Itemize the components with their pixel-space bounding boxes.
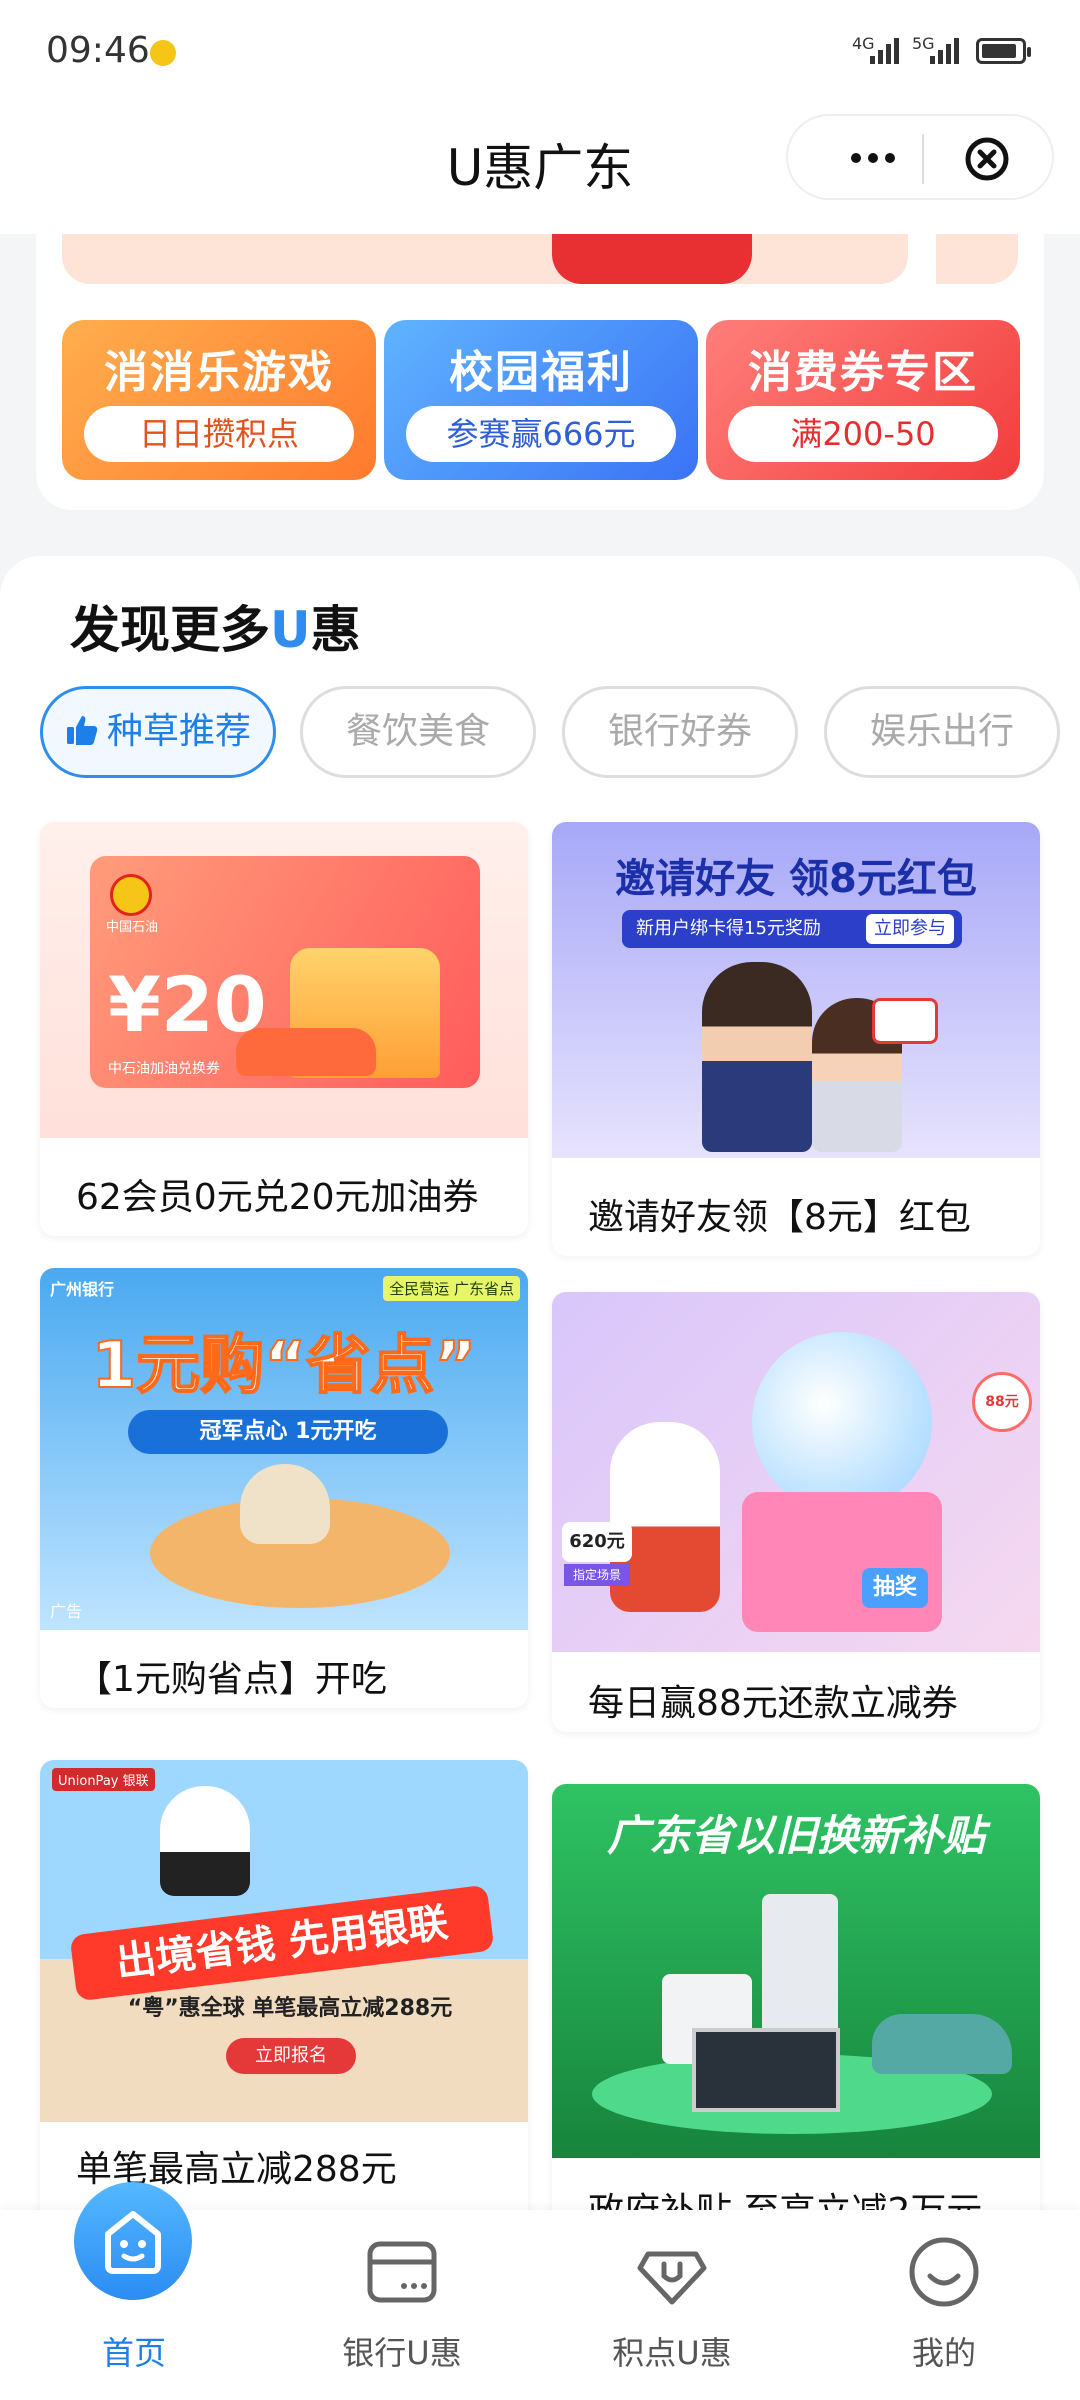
app-header: U惠广东 <box>0 100 1080 234</box>
bank-card-icon <box>367 2241 437 2303</box>
tab-label: 银行好券 <box>607 711 752 752</box>
mascot-illustration <box>240 1464 330 1544</box>
nav-bank-u[interactable]: 银行U惠 <box>302 2210 502 2400</box>
feed-card-trade-in[interactable]: 广东省以旧换新补贴 政府补贴 至高立减2万元 <box>552 1784 1040 2284</box>
card-image: UnionPay 银联 出境省钱 先用银联 “粤”惠全球 单笔最高立减288元 … <box>40 1760 528 2122</box>
promo-card: 消消乐游戏 日日攒积点 校园福利 参赛赢666元 消费券专区 满200-50 <box>36 234 1044 510</box>
tab-label: 餐饮美食 <box>345 711 490 752</box>
promo-subtitle: 参赛赢666元 <box>406 406 676 462</box>
promo-xiaoxiaole[interactable]: 消消乐游戏 日日攒积点 <box>62 320 376 480</box>
nav-mine[interactable]: 我的 <box>844 2210 1044 2400</box>
feed-card-lottery[interactable]: 抽奖 620元 指定场景 88元 每日赢88元还款立减券 <box>552 1292 1040 1732</box>
capsule-divider <box>922 134 924 184</box>
status-time: 09:46 <box>46 30 150 71</box>
prize-badge-sub: 指定场景 <box>564 1564 630 1586</box>
thumbs-up-icon <box>66 716 98 745</box>
tab-label: 种草推荐 <box>106 711 251 752</box>
section-title-prefix: 发现更多 <box>70 601 270 659</box>
nav-label: 首页 <box>101 2334 166 2372</box>
promo-campus[interactable]: 校园福利 参赛赢666元 <box>384 320 698 480</box>
signal-5g-icon <box>930 38 959 64</box>
trade-in-headline: 广东省以旧换新补贴 <box>606 1811 985 1860</box>
unionpay-cta: 立即报名 <box>226 2038 356 2074</box>
tab-label: 娱乐出行 <box>869 711 1014 752</box>
card-image: 邀请好友 领8元红包 新用户绑卡得15元奖励 立即参与 <box>552 822 1040 1158</box>
gacha-globe-illustration <box>752 1332 932 1512</box>
battery-icon <box>976 38 1031 64</box>
card-caption: 62会员0元兑20元加油券 <box>76 1177 479 1218</box>
nav-label: 银行U惠 <box>342 2334 462 2372</box>
notification-icon <box>150 40 176 66</box>
top-banner-next[interactable] <box>936 234 1018 284</box>
tab-food[interactable]: 餐饮美食 <box>300 686 536 778</box>
section-title-suffix: 惠 <box>310 601 361 659</box>
prize-badge: 620元 <box>562 1522 632 1562</box>
lottery-button: 抽奖 <box>862 1568 928 1608</box>
unionpay-headline: 出境省钱 先用银联 <box>69 1884 495 2002</box>
promo-subtitle: 日日攒积点 <box>84 406 354 462</box>
signal-4g-icon <box>870 38 899 64</box>
tab-bank-coupons[interactable]: 银行好券 <box>562 686 798 778</box>
dimsum-headline: 1元购“省点” <box>91 1328 478 1404</box>
section-title-u: U <box>270 601 311 659</box>
top-banner[interactable] <box>62 234 908 284</box>
feed-card-invite[interactable]: 邀请好友 领8元红包 新用户绑卡得15元奖励 立即参与 邀请好友领【8元】红包 <box>552 822 1040 1256</box>
promo-title: 消费券专区 <box>748 347 978 398</box>
unionpay-logo: UnionPay 银联 <box>52 1768 155 1791</box>
gacha-machine-illustration <box>742 1492 942 1632</box>
tv-illustration <box>692 2028 840 2112</box>
feed-card-dimsum[interactable]: 广州银行 全民营运 广东省点 1元购“省点” 冠军点心 1元开吃 广告 【1元购… <box>40 1268 528 1708</box>
invite-sub: 新用户绑卡得15元奖励 <box>636 918 821 939</box>
ad-label: 广告 <box>50 1602 83 1621</box>
home-icon <box>74 2182 192 2300</box>
megaphone-icon <box>872 998 938 1044</box>
nav-home[interactable]: 首页 <box>34 2182 234 2400</box>
unionpay-sub: “粤”惠全球 单笔最高立减288元 <box>127 1996 453 2021</box>
coupon-sub: 中石油加油兑换券 <box>108 1061 220 1077</box>
card-caption: 邀请好友领【8元】红包 <box>588 1197 971 1238</box>
coin-badge: 88元 <box>972 1372 1032 1432</box>
promo-title: 校园福利 <box>449 347 633 398</box>
card-image: 中国石油 ¥20 中石油加油兑换券 <box>40 822 528 1138</box>
boy-illustration <box>702 962 812 1152</box>
feed-card-fuel[interactable]: 中国石油 ¥20 中石油加油兑换券 62会员0元兑20元加油券 <box>40 822 528 1236</box>
promo-title: 消消乐游戏 <box>104 347 334 398</box>
card-image: 广州银行 全民营运 广东省点 1元购“省点” 冠军点心 1元开吃 广告 <box>40 1268 528 1630</box>
panda-illustration <box>160 1786 250 1896</box>
section-title: 发现更多U惠 <box>70 590 361 662</box>
card-image: 抽奖 620元 指定场景 88元 <box>552 1292 1040 1652</box>
status-bar: 09:46 4G 5G <box>0 0 1080 100</box>
invite-cta: 立即参与 <box>866 914 954 944</box>
invite-headline: 邀请好友 领8元红包 <box>615 856 977 902</box>
nav-label: 积点U惠 <box>612 2334 732 2372</box>
nav-label: 我的 <box>911 2334 976 2372</box>
nav-points-u[interactable]: 积点U惠 <box>572 2210 772 2400</box>
bank-logo: 广州银行 <box>50 1280 115 1299</box>
profile-icon <box>909 2237 979 2307</box>
car-icon <box>236 1028 376 1076</box>
miniapp-capsule <box>786 114 1054 200</box>
campaign-tag: 全民营运 广东省点 <box>383 1276 520 1301</box>
card-caption: 每日赢88元还款立减券 <box>588 1683 958 1724</box>
bottom-nav: 首页 银行U惠 积点U惠 我的 <box>0 2182 1080 2400</box>
petrochina-logo-icon <box>110 874 152 916</box>
promo-subtitle: 满200-50 <box>728 406 998 462</box>
more-icon[interactable] <box>828 138 918 178</box>
dimsum-sub: 冠军点心 1元开吃 <box>128 1410 448 1454</box>
card-caption: 【1元购省点】开吃 <box>76 1659 387 1700</box>
card-image: 广东省以旧换新补贴 <box>552 1784 1040 2158</box>
category-tabs: 种草推荐 餐饮美食 银行好券 娱乐出行 <box>40 686 1080 782</box>
promo-coupon-zone[interactable]: 消费券专区 满200-50 <box>706 320 1020 480</box>
car-illustration <box>872 2014 1012 2074</box>
close-icon[interactable] <box>964 136 1010 182</box>
tab-recommend[interactable]: 种草推荐 <box>40 686 276 778</box>
tab-entertainment[interactable]: 娱乐出行 <box>824 686 1060 778</box>
points-gem-icon <box>637 2251 707 2305</box>
brand-label: 中国石油 <box>106 920 159 935</box>
discover-section: 发现更多U惠 种草推荐 餐饮美食 银行好券 娱乐出行 中国石油 ¥20 中石油加… <box>0 556 1080 2284</box>
